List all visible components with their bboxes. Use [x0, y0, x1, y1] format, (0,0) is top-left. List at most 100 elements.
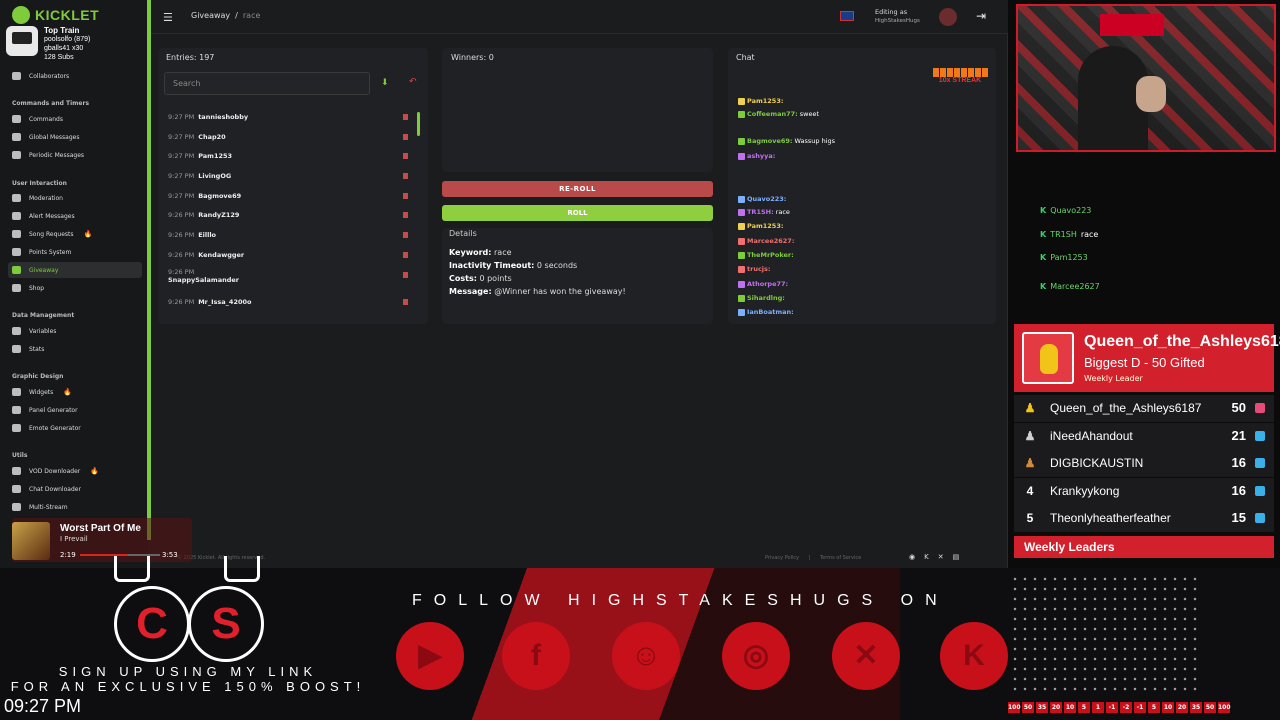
song-artist: I Prevail: [60, 535, 88, 543]
sidebar-item-label: Commands: [29, 115, 63, 123]
sidebar-item-collaborators[interactable]: Collaborators: [8, 68, 142, 84]
download-icon[interactable]: ⬇: [381, 78, 389, 88]
sidebar-item-periodic-messages[interactable]: Periodic Messages: [8, 147, 142, 163]
badge-icon: [738, 208, 745, 216]
streak-label: 10x STREAK: [938, 77, 982, 84]
menu-toggle-icon[interactable]: ☰: [163, 11, 173, 24]
chat-icon: [12, 485, 21, 493]
sidebar-item-label: Variables: [29, 327, 57, 335]
list-item: 9:26 PM Mr_Issa_4200o: [168, 294, 412, 310]
kicklet-logo[interactable]: KICKLET: [12, 6, 99, 24]
chat-username[interactable]: Athorpe77:: [747, 280, 788, 288]
entries-scrollbar[interactable]: [417, 112, 420, 136]
chat-text: Wassup higs: [794, 137, 836, 145]
sidebar-item-alert-messages[interactable]: Alert Messages: [8, 208, 142, 224]
dot-pattern: [1010, 574, 1200, 694]
delete-icon[interactable]: [403, 193, 408, 199]
sidebar-item-moderation[interactable]: Moderation: [8, 190, 142, 206]
sidebar-item-widgets[interactable]: Widgets 🔥: [8, 384, 142, 400]
roll-button[interactable]: ROLL: [442, 205, 713, 221]
gift-icon: [1255, 458, 1265, 468]
entry-name: Pam1253: [198, 152, 233, 160]
gift-icon: [1255, 430, 1265, 441]
chat-username[interactable]: Quavo223:: [747, 195, 786, 203]
sidebar-item-panel-generator[interactable]: Panel Generator: [8, 402, 142, 418]
logo-text: KICKLET: [35, 7, 100, 23]
chat-username[interactable]: TheMrPoker:: [747, 251, 794, 259]
gift-icon: [12, 266, 21, 274]
sidebar-item-multi-stream[interactable]: Multi-Stream: [8, 499, 142, 515]
chat-username[interactable]: Sihardlng:: [747, 294, 785, 302]
count-cell: 100: [1218, 702, 1231, 713]
x-icon[interactable]: ✕: [938, 553, 944, 561]
chat-username[interactable]: TR1SH:: [747, 208, 774, 216]
entry-time: 9:26 PM: [168, 231, 195, 239]
leader-icon: [1022, 332, 1074, 384]
delete-icon[interactable]: [403, 272, 408, 278]
delete-icon[interactable]: [403, 232, 408, 238]
leader-subtitle: Biggest D - 50 Gifted: [1084, 355, 1205, 370]
discord-icon[interactable]: ◉: [909, 553, 915, 561]
sidebar-item-variables[interactable]: Variables: [8, 323, 142, 339]
chat-username[interactable]: trucjs:: [747, 265, 771, 273]
sidebar-item-giveaway[interactable]: Giveaway: [8, 262, 142, 278]
kick-badge-icon: K: [1040, 206, 1047, 215]
sidebar-item-stats[interactable]: Stats: [8, 341, 142, 357]
sidebar-item-commands[interactable]: Commands: [8, 111, 142, 127]
sidebar-item-song-requests[interactable]: Song Requests 🔥: [8, 226, 142, 242]
logout-icon[interactable]: ⇥: [976, 9, 986, 23]
fire-icon: 🔥: [63, 388, 72, 396]
music-note-icon: [12, 230, 21, 238]
undo-icon[interactable]: ↶: [409, 77, 417, 87]
chat-username[interactable]: Marcee2627:: [747, 237, 794, 245]
chat-username[interactable]: Coffeeman77:: [747, 110, 798, 118]
chat-username[interactable]: ashyya:: [747, 152, 775, 160]
avatar[interactable]: [939, 8, 957, 26]
count-cell: 50: [1204, 702, 1216, 713]
album-art: [12, 522, 50, 560]
leaderboard-rank: 4: [1026, 483, 1034, 498]
sidebar-item-emote-generator[interactable]: Emote Generator: [8, 420, 142, 436]
chat-username[interactable]: Pam1253:: [747, 222, 783, 230]
sidebar-item-vod-downloader[interactable]: VOD Downloader 🔥: [8, 463, 142, 479]
badge-icon: [738, 137, 745, 145]
document-icon[interactable]: ▤: [953, 553, 960, 561]
sidebar-item-label: Points System: [29, 248, 72, 256]
count-cell: 5: [1078, 702, 1090, 713]
leaderboard-row: ♟ DIGBICKAUSTIN 16: [1014, 450, 1274, 477]
editing-label: Editing as: [875, 8, 908, 16]
entry-time: 9:27 PM: [168, 172, 195, 180]
delete-icon[interactable]: [403, 134, 408, 140]
badge-icon: [738, 294, 745, 302]
delete-icon[interactable]: [403, 173, 408, 179]
terms-link[interactable]: Terms of Service: [820, 555, 861, 561]
gift-icon: [1255, 485, 1265, 496]
leaderboard-value: 16: [1231, 482, 1246, 498]
badge-icon: [738, 308, 745, 316]
delete-icon[interactable]: [403, 212, 408, 218]
sidebar-item-label: Emote Generator: [29, 424, 81, 432]
delete-icon[interactable]: [403, 153, 408, 159]
breadcrumb-root[interactable]: Giveaway: [191, 11, 230, 20]
chat-username[interactable]: IanBoatman:: [747, 308, 794, 316]
webcam-sign: [1100, 14, 1164, 36]
sidebar-item-shop[interactable]: Shop: [8, 280, 142, 296]
delete-icon[interactable]: [403, 299, 408, 305]
sidebar-item-global-messages[interactable]: Global Messages: [8, 129, 142, 145]
search-input[interactable]: Search: [164, 72, 370, 95]
chart-icon: [12, 345, 21, 353]
sidebar-item-chat-downloader[interactable]: Chat Downloader: [8, 481, 142, 497]
list-item: 9:26 PM SnappySalamander: [168, 268, 412, 288]
chat-username[interactable]: Bagmove69:: [747, 137, 793, 145]
delete-icon[interactable]: [403, 252, 408, 258]
delete-icon[interactable]: [403, 114, 408, 120]
detail-label: Inactivity Timeout:: [449, 261, 535, 270]
privacy-link[interactable]: Privacy Policy: [765, 555, 799, 561]
detail-message: Message: @Winner has won the giveaway!: [449, 287, 626, 296]
kick-icon[interactable]: K: [924, 553, 929, 561]
chat-username[interactable]: Pam1253:: [747, 97, 783, 105]
language-flag-icon[interactable]: [840, 11, 854, 21]
reroll-button[interactable]: RE-ROLL: [442, 181, 713, 197]
badge-icon: [738, 237, 745, 245]
sidebar-item-points-system[interactable]: Points System: [8, 244, 142, 260]
